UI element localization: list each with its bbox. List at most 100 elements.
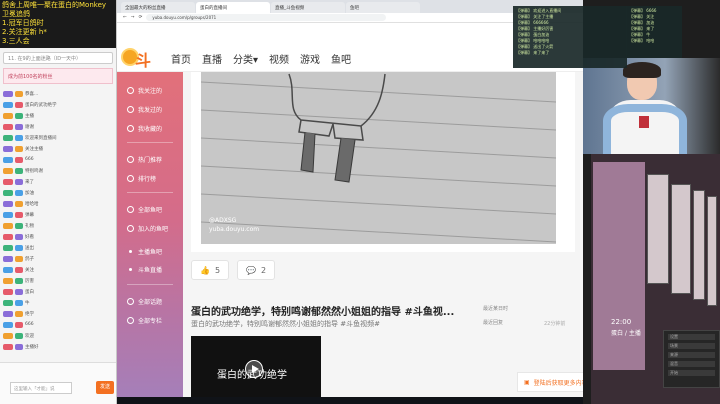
login-prompt-bar[interactable]: ▣ 登陆后获取更多内容 (517, 372, 583, 392)
heart-icon (127, 87, 134, 94)
level-badge-icon (3, 167, 13, 174)
chat-message: 好看 (3, 231, 113, 242)
like-button[interactable]: 👍 5 (191, 260, 230, 280)
sidebar-item-label: 排行榜 (138, 176, 157, 183)
fan-badge-icon (15, 112, 23, 119)
chat-message-text: 蛋白 (25, 289, 34, 295)
chat-message: 欢迎 (3, 330, 113, 341)
nav-category[interactable]: 分类▾ (233, 51, 258, 66)
nav-game[interactable]: 游戏 (300, 51, 320, 66)
obs-row[interactable]: 场景 (668, 343, 715, 349)
post-title[interactable]: 蛋白的武功绝学，特别鸣谢郁然然小姐姐的指导 #斗鱼视... (191, 303, 454, 318)
video-thumbnail[interactable]: 蛋白的武功绝学 (191, 336, 321, 397)
comment-button[interactable]: 💬 2 (237, 260, 276, 280)
level-badge-icon (3, 310, 13, 317)
back-icon[interactable]: ← (123, 15, 127, 20)
fans-banner[interactable]: 成为前100名的粉丝 (3, 68, 113, 84)
svg-text:yuba.douyu.com: yuba.douyu.com (209, 226, 259, 233)
post-image[interactable]: @ADXSG yuba.douyu.com (201, 72, 556, 244)
sidebar-item-following[interactable]: 我关注的 (127, 86, 162, 95)
sidebar-item-joined[interactable]: 加入的鱼吧 (127, 224, 168, 233)
reload-icon[interactable]: ⟳ (139, 15, 143, 20)
sidebar-item-label: 我发过的 (138, 107, 163, 114)
chat-search-input[interactable]: 11. 在9的上面迷路（ID一天中） (3, 52, 113, 64)
webcam-feed (583, 58, 720, 154)
level-badge-icon (3, 255, 13, 262)
sidebar: 我关注的 我发过的 我收藏的 热门推荐 排行榜 全部鱼吧 加入的鱼吧 主播鱼吧 … (117, 72, 183, 397)
sidebar-item-ranking[interactable]: 排行榜 (127, 174, 156, 183)
chat-message-input[interactable]: 这里输入「才能」说 (10, 382, 72, 394)
sidebar-item-label: 全部专栏 (138, 318, 163, 325)
level-badge-icon (3, 211, 13, 218)
banner-line: 2.关注更新 h* (2, 28, 47, 36)
desktop-screen: 鸽舍上周唯一聚在蛋白的Monkey 卫冕追鸽 1.冠军日鸽时 2.关注更新 h*… (0, 0, 720, 404)
browser-tab[interactable]: 直播_斗鱼视频 (271, 2, 345, 13)
obs-row[interactable]: 混音 (668, 361, 715, 367)
chat-message: 礼物 (3, 220, 113, 231)
fan-badge-icon (15, 321, 23, 328)
sidebar-item-anchor[interactable]: 主播鱼吧 (127, 247, 162, 256)
chat-message-text: 鸽子 (25, 256, 34, 262)
cascade-window (647, 174, 669, 284)
reaction-bar: 👍 5 💬 2 (191, 260, 276, 280)
star-icon (127, 125, 134, 132)
send-button[interactable]: 发送 (96, 381, 114, 394)
sidebar-item-label: 加入的鱼吧 (138, 226, 169, 233)
site-logo[interactable]: 斗鱼 (121, 46, 163, 94)
obs-control-panel: 设置 场景 来源 混音 开始 (663, 330, 720, 388)
nav-home[interactable]: 首页 (171, 51, 191, 66)
sidebar-item-posted[interactable]: 我发过的 (127, 105, 162, 114)
fan-badge-icon (15, 189, 23, 196)
forward-icon[interactable]: → (131, 15, 135, 20)
nav-live[interactable]: 直播 (202, 51, 222, 66)
sidebar-item-label: 热门推荐 (138, 157, 163, 164)
chat-message-list: 恭喜... 蛋白的武功绝学 主播 谢谢 欢迎来到直播间 关注主播 666 特别鸣谢 来了 加油 哈哈… (0, 86, 116, 354)
chat-message-text: 加油 (25, 190, 34, 196)
sidebar-item-topics[interactable]: 全部话题 (127, 297, 162, 306)
chat-message: 关注 (3, 264, 113, 275)
main-nav: 首页 直播 分类▾ 视频 游戏 鱼吧 (171, 51, 362, 66)
obs-row[interactable]: 来源 (668, 352, 715, 358)
sidebar-item-hot[interactable]: 热门推荐 (127, 155, 162, 164)
chat-message: 欢迎来到直播间 (3, 132, 113, 143)
cascade-window (693, 190, 705, 300)
fan-badge-icon (15, 211, 23, 218)
danmaku-overlay: 【弹幕】 欢迎进入直播间 【弹幕】 关注了主播 【弹幕】 666666 【弹幕】… (513, 6, 627, 68)
sidebar-item-label: 全部鱼吧 (138, 207, 163, 214)
level-badge-icon (3, 277, 13, 284)
sidebar-item-label: 我关注的 (138, 88, 163, 95)
chat-footer: 这里输入「才能」说 发送 (0, 362, 116, 404)
sidebar-item-columns[interactable]: 全部专栏 (127, 316, 162, 325)
sidebar-item-favorites[interactable]: 我收藏的 (127, 124, 162, 133)
browser-tab-active[interactable]: 蛋白的直播间 (196, 2, 270, 13)
nav-video[interactable]: 视频 (269, 51, 289, 66)
fan-badge-icon (15, 299, 23, 306)
nested-time-text: 22:00 (611, 318, 632, 326)
obs-row[interactable]: 设置 (668, 334, 715, 340)
main-content: @ADXSG yuba.douyu.com 👍 5 💬 2 蛋白的武功绝学，特别鸣谢… (183, 72, 583, 397)
chat-message: 牛 (3, 297, 113, 308)
address-input[interactable]: yuba.douyu.com/p/groups/2071 (146, 14, 387, 21)
sidebar-item-all-yuba[interactable]: 全部鱼吧 (127, 205, 162, 214)
nav-yuba[interactable]: 鱼吧 (331, 51, 351, 66)
fan-badge-icon (15, 244, 23, 251)
level-badge-icon (3, 178, 13, 185)
fan-badge-icon (15, 288, 23, 295)
obs-row[interactable]: 开始 (668, 370, 715, 376)
browser-tab[interactable]: 鱼吧 (346, 2, 420, 13)
sidebar-item-label: 我收藏的 (138, 126, 163, 133)
thumbs-up-icon: 👍 (200, 265, 210, 275)
browser-tab[interactable]: 全国最大的粉丝直播 (121, 2, 195, 13)
edit-icon (127, 106, 134, 113)
sidebar-item-label: 主播鱼吧 (138, 249, 163, 256)
nested-browser-preview (593, 162, 645, 370)
chat-banner: 鸽舍上周唯一聚在蛋白的Monkey 卫冕追鸽 1.冠军日鸽时 2.关注更新 h*… (0, 0, 116, 48)
grid-icon (127, 206, 134, 213)
sidebar-item-label: 斗鱼直播 (138, 267, 163, 274)
like-count: 5 (214, 265, 221, 275)
chat-message: 来了 (3, 176, 113, 187)
chat-message-text: 666 (25, 157, 34, 162)
sidebar-item-douyu-live[interactable]: 斗鱼直播 (127, 265, 162, 274)
play-icon[interactable] (245, 360, 263, 378)
chat-message: 666 (3, 319, 113, 330)
